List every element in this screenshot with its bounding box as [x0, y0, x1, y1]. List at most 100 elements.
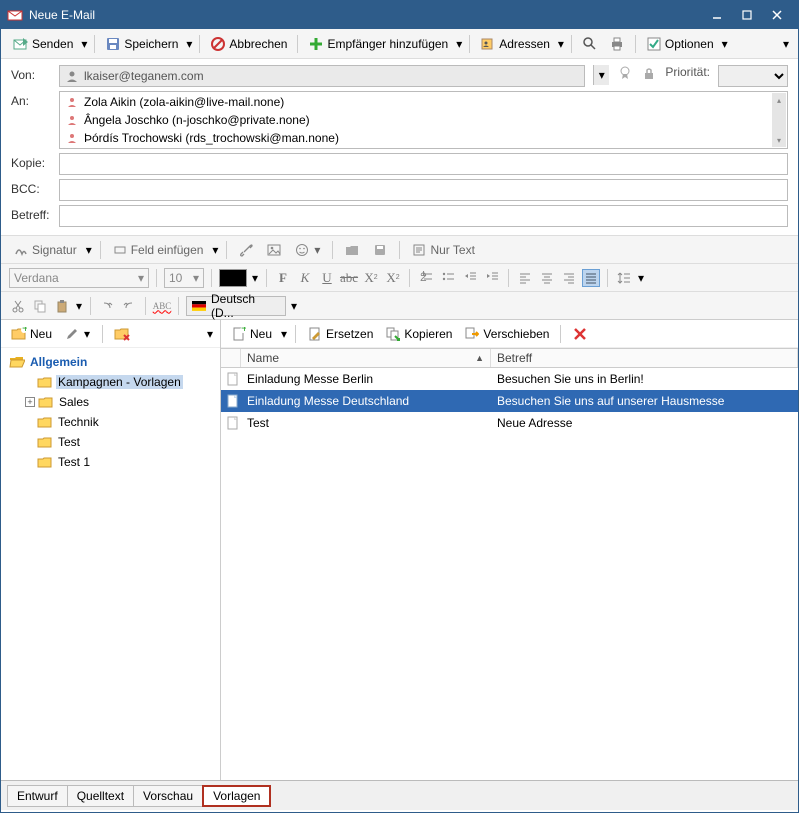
save-dropdown[interactable]: ▾	[185, 37, 193, 51]
add-recipient-button[interactable]: Empfänger hinzufügen	[304, 33, 452, 55]
undo-button[interactable]	[98, 297, 116, 315]
tree-item-kampagnen[interactable]: Kampagnen - Vorlagen	[3, 372, 218, 392]
bold-button[interactable]: F	[274, 269, 292, 287]
move-template-button[interactable]: Verschieben	[460, 323, 553, 345]
font-size-select[interactable]: 10▾	[164, 268, 204, 288]
copy-button[interactable]	[31, 297, 49, 315]
cut-button[interactable]	[9, 297, 27, 315]
send-dropdown[interactable]: ▾	[80, 37, 88, 51]
search-button[interactable]	[578, 33, 602, 55]
new-template-dropdown[interactable]: ▾	[280, 327, 288, 341]
col-betreff[interactable]: Betreff	[491, 349, 798, 367]
line-spacing-button[interactable]	[615, 269, 633, 287]
addresses-button[interactable]: Adressen	[476, 33, 554, 55]
image-button[interactable]	[262, 239, 286, 261]
tab-templates[interactable]: Vorlagen	[202, 785, 271, 807]
priority-select[interactable]	[718, 65, 788, 87]
options-button[interactable]: Optionen	[642, 33, 718, 55]
new-folder-button[interactable]: + Neu	[7, 323, 56, 345]
tree-item-test1[interactable]: Test 1	[3, 452, 218, 472]
tab-source[interactable]: Quelltext	[67, 785, 134, 807]
scrollbar[interactable]: ▴▾	[772, 93, 786, 147]
language-dropdown[interactable]: ▾	[290, 299, 298, 313]
edit-folder-button[interactable]: ▾	[60, 323, 95, 345]
subject-label: Betreff:	[11, 205, 51, 222]
copy-template-button[interactable]: Kopieren	[381, 323, 456, 345]
numbered-list-button[interactable]: 12	[417, 269, 435, 287]
tree-item-test[interactable]: Test	[3, 432, 218, 452]
save-attachment-button[interactable]	[368, 239, 392, 261]
from-dropdown[interactable]: ▾	[593, 65, 609, 85]
to-field[interactable]: Zola Aikin (zola-aikin@live-mail.none) Â…	[59, 91, 788, 149]
font-color-button[interactable]	[219, 269, 247, 287]
from-field[interactable]: lkaiser@teganem.com	[59, 65, 585, 87]
print-button[interactable]	[605, 33, 629, 55]
save-button[interactable]: Speichern	[101, 33, 182, 55]
subject-field[interactable]	[59, 205, 788, 227]
table-row[interactable]: Test Neue Adresse	[221, 412, 798, 434]
options-dropdown[interactable]: ▾	[721, 37, 729, 51]
indent-button[interactable]	[483, 269, 501, 287]
tab-draft[interactable]: Entwurf	[7, 785, 68, 807]
tree-root-allgemein[interactable]: Allgemein	[3, 352, 218, 372]
add-recipient-dropdown[interactable]: ▾	[455, 37, 463, 51]
redo-button[interactable]	[120, 297, 138, 315]
window-title: Neue E-Mail	[29, 8, 702, 22]
col-handle[interactable]	[221, 349, 241, 367]
paste-button[interactable]	[53, 297, 71, 315]
align-justify-button[interactable]	[582, 269, 600, 287]
expander-icon[interactable]: +	[25, 397, 35, 407]
superscript-button[interactable]: X2	[384, 269, 402, 287]
tab-preview[interactable]: Vorschau	[133, 785, 203, 807]
move-icon	[464, 326, 480, 342]
outdent-button[interactable]	[461, 269, 479, 287]
link-button[interactable]	[234, 239, 258, 261]
language-select[interactable]: Deutsch (D...	[186, 296, 286, 316]
strikethrough-button[interactable]: abc	[340, 269, 358, 287]
addresses-dropdown[interactable]: ▾	[557, 37, 565, 51]
sidebar-overflow[interactable]: ▾	[206, 327, 214, 341]
align-left-button[interactable]	[516, 269, 534, 287]
priority-label: Priorität:	[665, 65, 710, 79]
subscript-button[interactable]: X2	[362, 269, 380, 287]
align-right-button[interactable]	[560, 269, 578, 287]
table-row[interactable]: Einladung Messe Berlin Besuchen Sie uns …	[221, 368, 798, 390]
new-template-label: Neu	[250, 327, 272, 341]
font-select[interactable]: Verdana▾	[9, 268, 149, 288]
delete-folder-button[interactable]	[110, 323, 134, 345]
delete-template-button[interactable]	[568, 323, 592, 345]
ribbon-icon[interactable]	[617, 65, 633, 81]
emoji-button[interactable]: ▾	[290, 239, 325, 261]
cancel-button[interactable]: Abbrechen	[206, 33, 291, 55]
new-template-button[interactable]: + Neu	[227, 323, 276, 345]
close-button[interactable]	[762, 4, 792, 26]
table-row[interactable]: Einladung Messe Deutschland Besuchen Sie…	[221, 390, 798, 412]
maximize-button[interactable]	[732, 4, 762, 26]
replace-button[interactable]: Ersetzen	[303, 323, 377, 345]
tree-item-sales[interactable]: + Sales	[3, 392, 218, 412]
italic-button[interactable]: K	[296, 269, 314, 287]
font-color-dropdown[interactable]: ▾	[251, 271, 259, 285]
send-button[interactable]: Senden	[9, 33, 77, 55]
bcc-field[interactable]	[59, 179, 788, 201]
underline-button[interactable]: U	[318, 269, 336, 287]
tree-item-technik[interactable]: Technik	[3, 412, 218, 432]
align-center-button[interactable]	[538, 269, 556, 287]
paste-dropdown[interactable]: ▾	[75, 299, 83, 313]
line-spacing-dropdown[interactable]: ▾	[637, 271, 645, 285]
minimize-button[interactable]	[702, 4, 732, 26]
col-name[interactable]: Name▲	[241, 349, 491, 367]
signature-dropdown[interactable]: ▾	[85, 243, 93, 257]
spellcheck-button[interactable]: ABC	[153, 297, 171, 315]
cc-field[interactable]	[59, 153, 788, 175]
insert-field-dropdown[interactable]: ▾	[211, 243, 219, 257]
signature-button[interactable]: Signatur	[9, 239, 81, 261]
toolbar-overflow[interactable]: ▾	[782, 37, 790, 51]
insert-field-button[interactable]: Feld einfügen	[108, 239, 208, 261]
bullet-list-button[interactable]	[439, 269, 457, 287]
pencil-icon	[64, 326, 80, 342]
svg-text:+: +	[241, 327, 246, 335]
plaintext-toggle[interactable]: Nur Text	[407, 239, 478, 261]
open-folder-button[interactable]	[340, 239, 364, 261]
lock-icon[interactable]	[641, 65, 657, 81]
